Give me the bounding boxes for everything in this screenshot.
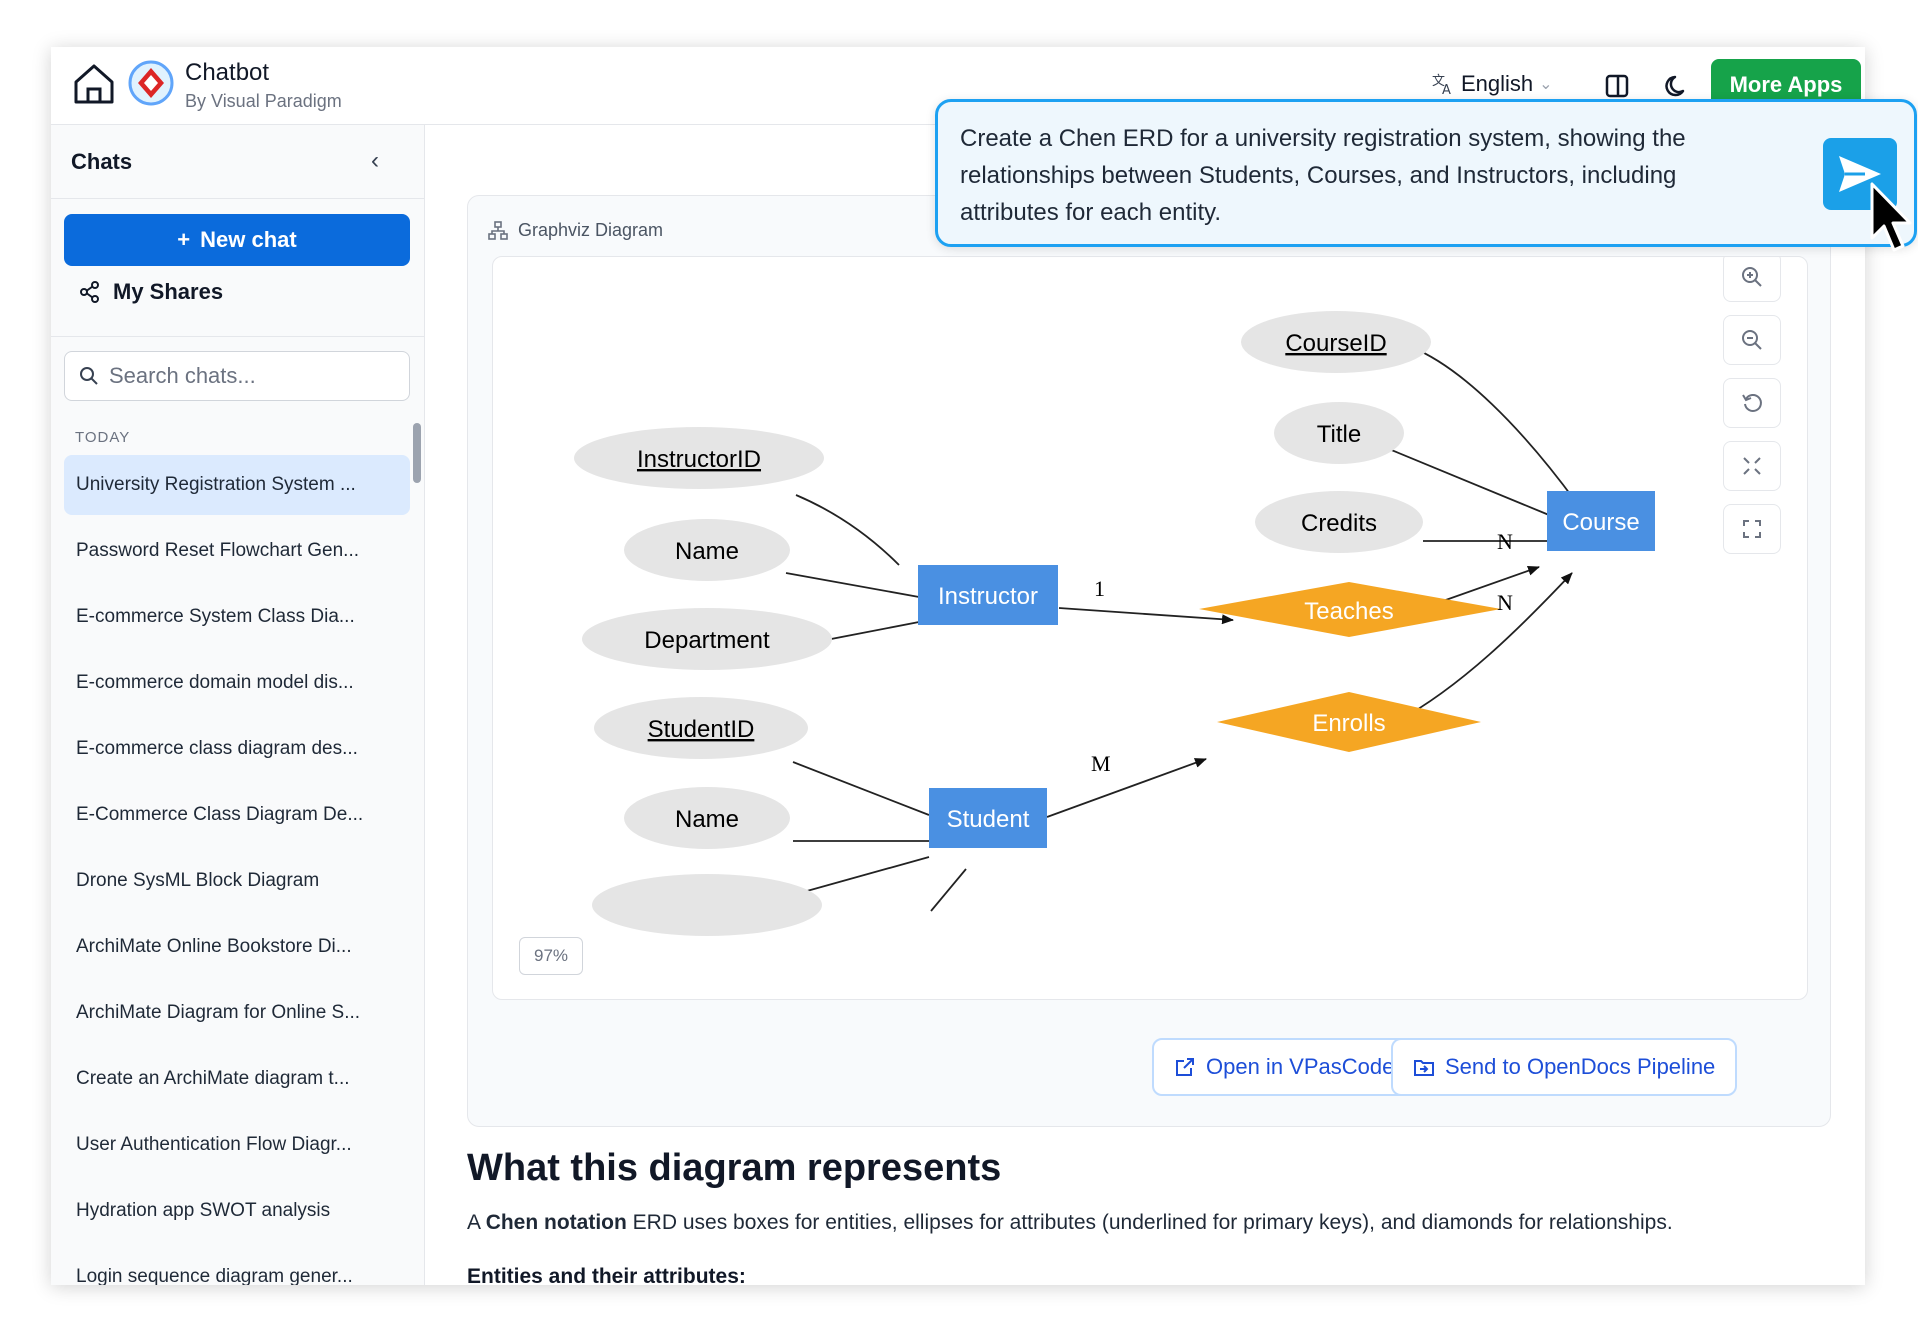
chat-list: University Registration System ... Passw… xyxy=(64,455,410,1285)
cardinality-student-enrolls: M xyxy=(1091,751,1111,776)
attribute-instructorid-label: InstructorID xyxy=(637,446,761,473)
edge-studentid-student xyxy=(792,761,930,816)
chat-item[interactable]: Create an ArchiMate diagram t... xyxy=(64,1049,410,1109)
reset-view-icon[interactable] xyxy=(1723,378,1781,428)
diagram-canvas: CourseID Title Credits InstructorID Name… xyxy=(561,277,1731,999)
collapse-sidebar-icon[interactable]: ‹ xyxy=(371,147,379,175)
card-title: Graphviz Diagram xyxy=(518,220,664,240)
search-icon xyxy=(80,367,98,385)
search-input[interactable] xyxy=(109,363,389,389)
attribute-studentid-label: StudentID xyxy=(648,716,755,743)
attribute-student-extra xyxy=(592,874,822,936)
attribute-credits-label: Credits xyxy=(1301,510,1377,537)
language-label: English xyxy=(1461,71,1534,96)
chevron-down-icon: ⌄ xyxy=(1539,76,1553,93)
diagram-icon xyxy=(488,220,508,240)
chat-item[interactable]: Hydration app SWOT analysis xyxy=(64,1181,410,1241)
app-title: Chatbot xyxy=(185,59,270,86)
prompt-text: Create a Chen ERD for a university regis… xyxy=(960,125,1686,226)
fit-to-screen-icon[interactable] xyxy=(1723,441,1781,491)
my-shares-link[interactable]: My Shares xyxy=(79,279,223,305)
open-in-vpascode-button[interactable]: Open in VPasCode xyxy=(1152,1038,1417,1096)
new-chat-button[interactable]: + New chat xyxy=(64,214,410,266)
zoom-level-badge: 97% xyxy=(519,937,583,975)
chat-item[interactable]: E-commerce System Class Dia... xyxy=(64,587,410,647)
entity-course-label: Course xyxy=(1562,509,1639,536)
relationship-enrolls-label: Enrolls xyxy=(1312,710,1385,737)
prompt-callout: Create a Chen ERD for a university regis… xyxy=(935,99,1917,247)
send-to-opendocs-label: Send to OpenDocs Pipeline xyxy=(1445,1054,1716,1079)
app-subtitle: By Visual Paradigm xyxy=(185,91,342,111)
description-prefix: A xyxy=(467,1211,486,1234)
dark-mode-icon[interactable] xyxy=(1663,72,1691,100)
sidebar-scrollbar[interactable] xyxy=(413,423,421,483)
edge-student-enrolls xyxy=(1046,758,1207,818)
edge-title-course xyxy=(1388,448,1550,516)
home-icon[interactable] xyxy=(71,61,117,107)
chat-item[interactable]: Login sequence diagram gener... xyxy=(64,1247,410,1285)
description-paragraph: A Chen notation ERD uses boxes for entit… xyxy=(467,1211,1673,1235)
chat-item[interactable]: Password Reset Flowchart Gen... xyxy=(64,521,410,581)
diagram-toolbar xyxy=(1723,257,1783,567)
description-heading: What this diagram represents xyxy=(467,1147,1002,1189)
cardinality-teaches-course: N xyxy=(1497,529,1513,554)
entity-student-label: Student xyxy=(947,806,1030,833)
diagram-viewport[interactable]: CourseID Title Credits InstructorID Name… xyxy=(492,256,1808,1000)
description-bold: Chen notation xyxy=(485,1211,627,1234)
chat-item[interactable]: E-commerce class diagram des... xyxy=(64,719,410,779)
diagram-edges xyxy=(770,346,1577,912)
chat-item[interactable]: ArchiMate Online Bookstore Di... xyxy=(64,917,410,977)
edge-department-instructor xyxy=(825,621,920,641)
attribute-courseid-label: CourseID xyxy=(1285,330,1386,357)
description-subheading: Entities and their attributes: xyxy=(467,1265,746,1285)
new-chat-label: New chat xyxy=(200,227,297,252)
edge-name-instructor xyxy=(785,572,920,598)
erd-diagram: CourseID Title Credits InstructorID Name… xyxy=(574,311,1655,936)
svg-text:A: A xyxy=(1442,83,1451,96)
relationship-teaches-label: Teaches xyxy=(1304,598,1393,625)
chat-item[interactable]: Drone SysML Block Diagram xyxy=(64,851,410,911)
my-shares-label: My Shares xyxy=(113,279,224,304)
chat-item[interactable]: E-commerce domain model dis... xyxy=(64,653,410,713)
plus-icon: + xyxy=(177,227,191,252)
cardinality-enrolls-course: N xyxy=(1497,590,1513,615)
layout-toggle-icon[interactable] xyxy=(1603,72,1631,100)
diagram-card: Graphviz Diagram CourseID Title Credits … xyxy=(467,195,1831,1127)
attribute-student-name-label: Name xyxy=(675,806,739,833)
zoom-out-icon[interactable] xyxy=(1723,315,1781,365)
cardinality-instructor-teaches: 1 xyxy=(1094,576,1105,601)
sidebar-header: Chats ‹ xyxy=(51,125,425,199)
attribute-instructor-name-label: Name xyxy=(675,538,739,565)
card-header: Graphviz Diagram xyxy=(488,220,663,241)
section-label-today: TODAY xyxy=(75,429,131,446)
send-to-opendocs-button[interactable]: Send to OpenDocs Pipeline xyxy=(1391,1038,1738,1096)
visual-paradigm-logo xyxy=(128,60,174,106)
chat-item[interactable]: User Authentication Flow Diagr... xyxy=(64,1115,410,1175)
language-selector[interactable]: 文 A English ⌄ xyxy=(1431,71,1553,97)
edge-instructorid-instructor xyxy=(795,494,900,566)
edge-student-down xyxy=(930,868,967,912)
fullscreen-icon[interactable] xyxy=(1723,504,1781,554)
translate-icon: 文 A xyxy=(1432,74,1451,96)
chat-item[interactable]: E-Commerce Class Diagram De... xyxy=(64,785,410,845)
send-to-folder-icon xyxy=(1414,1060,1434,1076)
sidebar-title: Chats xyxy=(71,149,133,174)
chat-item[interactable]: University Registration System ... xyxy=(64,455,410,515)
chat-sidebar: Chats ‹ + New chat My Shares TODAY xyxy=(51,125,425,1285)
edge-courseid-course xyxy=(1410,346,1577,503)
chat-item[interactable]: ArchiMate Diagram for Online S... xyxy=(64,983,410,1043)
sidebar-divider xyxy=(51,336,425,337)
share-icon xyxy=(80,281,99,303)
search-box[interactable] xyxy=(64,351,410,401)
attribute-title-label: Title xyxy=(1317,421,1361,448)
external-link-icon xyxy=(1176,1058,1194,1076)
description-rest: ERD uses boxes for entities, ellipses fo… xyxy=(626,1211,1673,1234)
mouse-cursor-icon xyxy=(1870,182,1912,252)
open-in-vpascode-label: Open in VPasCode xyxy=(1206,1054,1395,1079)
entity-instructor-label: Instructor xyxy=(938,583,1038,610)
attribute-department-label: Department xyxy=(644,627,770,654)
zoom-in-icon[interactable] xyxy=(1723,257,1781,302)
